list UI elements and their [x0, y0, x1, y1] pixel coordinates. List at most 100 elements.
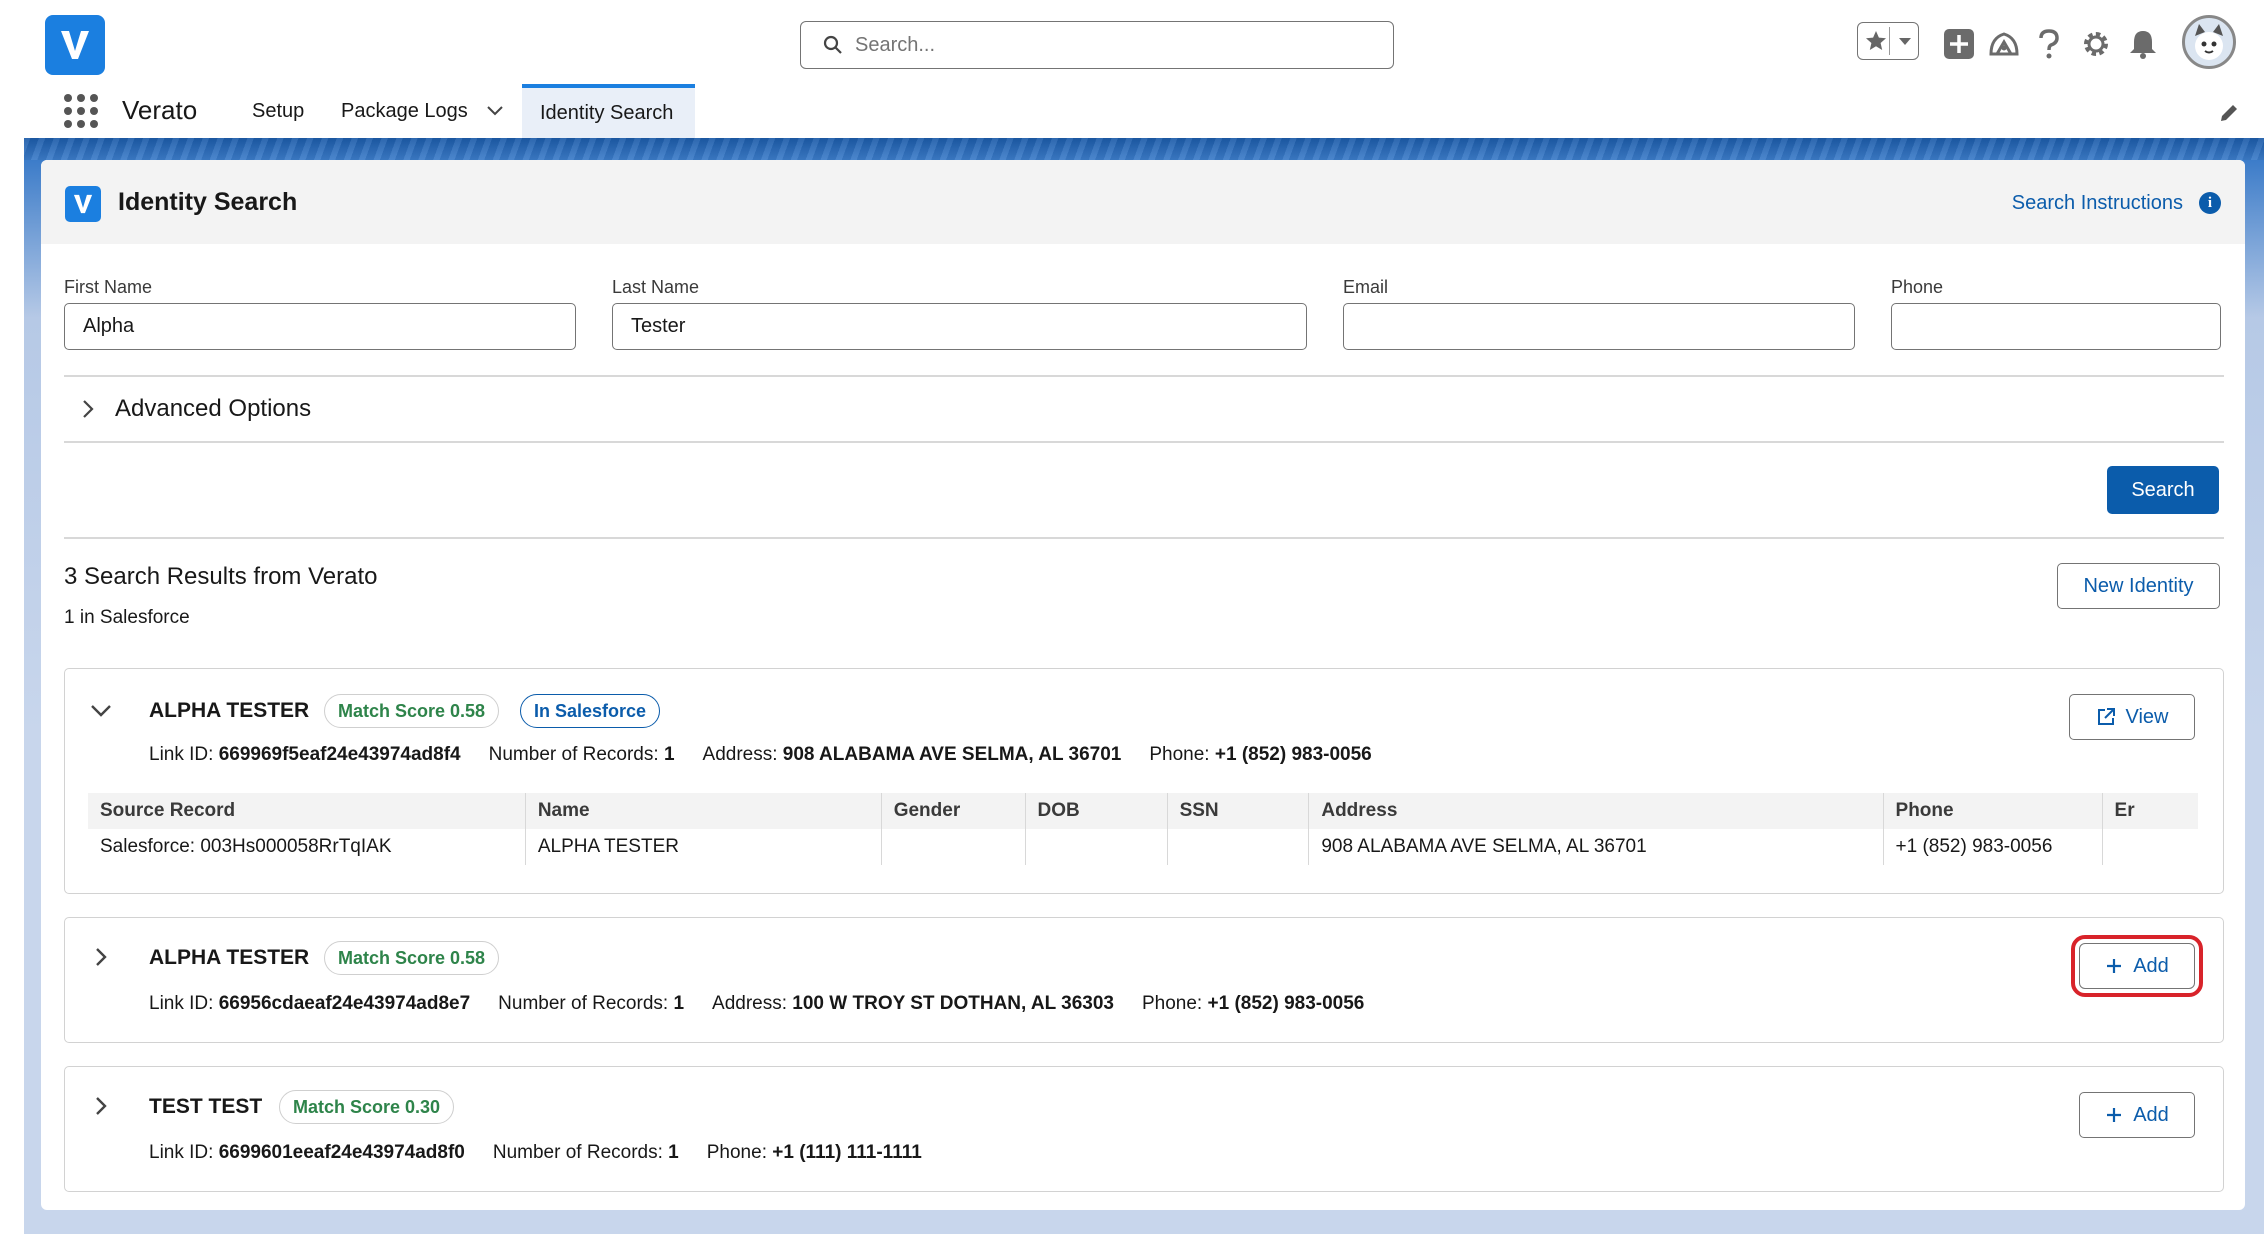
address: 100 W TROY ST DOTHAN, AL 36303 [792, 993, 1114, 1014]
app-name: Verato [122, 95, 198, 125]
gear-icon[interactable] [2080, 28, 2112, 60]
record-count: 1 [668, 1142, 679, 1163]
phone: +1 (852) 983-0056 [1214, 744, 1372, 765]
waffle-icon[interactable] [64, 94, 98, 128]
records-label: Number of Records: [498, 993, 669, 1014]
source-records-table: Source Record Name Gender DOB SSN Addres… [88, 793, 2198, 865]
records-label: Number of Records: [492, 1142, 663, 1163]
caret-down-icon[interactable] [1898, 37, 1912, 47]
trailhead-icon[interactable] [1987, 28, 2021, 60]
page-title: Identity Search [118, 188, 298, 216]
add-button[interactable]: Add [2079, 1092, 2195, 1138]
address: 908 ALABAMA AVE SELMA, AL 36701 [782, 744, 1122, 765]
plus-icon [2107, 959, 2122, 973]
column-header[interactable]: DOB [1025, 793, 1168, 829]
verato-logo-icon[interactable] [45, 15, 105, 75]
chevron-right-icon[interactable] [94, 1095, 108, 1117]
add-icon[interactable] [1943, 28, 1975, 60]
result-card: ALPHA TESTER Match Score 0.58 In Salesfo… [64, 668, 2224, 894]
result-name: ALPHA TESTER [149, 946, 310, 969]
chevron-down-icon[interactable] [89, 703, 113, 719]
link-id-label: Link ID: [149, 993, 214, 1014]
global-search-input[interactable]: Search... [800, 21, 1394, 69]
in-salesforce-badge: In Salesforce [520, 694, 661, 728]
table-cell [1025, 829, 1168, 865]
address-label: Address: [702, 744, 778, 765]
table-row: Salesforce: 003Hs000058RrTqIAK ALPHA TES… [88, 829, 2198, 865]
info-icon[interactable]: i [2199, 192, 2221, 214]
column-header[interactable]: Name [525, 793, 882, 829]
first-name-label: First Name [64, 277, 153, 297]
link-id-label: Link ID: [149, 1142, 214, 1163]
star-icon[interactable] [1864, 29, 1888, 53]
column-header[interactable]: Gender [881, 793, 1026, 829]
phone-label: Phone: [1149, 744, 1210, 765]
link-id: 6699601eeaf24e43974ad8f0 [218, 1142, 465, 1163]
phone-label: Phone: [1141, 993, 1203, 1014]
search-button[interactable]: Search [2107, 466, 2219, 514]
advanced-options-label: Advanced Options [115, 395, 312, 422]
first-name-field[interactable]: Alpha [64, 303, 576, 350]
divider [64, 441, 2224, 443]
records-label: Number of Records: [488, 744, 659, 765]
phone-label: Phone [1891, 277, 1944, 297]
match-score-badge: Match Score 0.30 [279, 1090, 455, 1124]
result-card: ALPHA TESTER Match Score 0.58 Add Link I… [64, 917, 2224, 1043]
last-name-label: Last Name [612, 277, 700, 297]
tab-setup[interactable]: Setup [252, 84, 304, 138]
search-instructions-link[interactable]: Search Instructions [2012, 192, 2183, 215]
table-cell: 908 ALABAMA AVE SELMA, AL 36701 [1308, 829, 1884, 865]
tab-package-logs[interactable]: Package Logs [341, 84, 504, 138]
column-header[interactable]: SSN [1167, 793, 1310, 829]
app-navigation [0, 82, 2266, 138]
favorites-button[interactable] [1857, 22, 1919, 60]
chevron-right-icon[interactable] [94, 946, 108, 968]
verato-logo-icon [65, 186, 101, 222]
match-score-badge: Match Score 0.58 [324, 941, 500, 975]
table-cell [881, 829, 1026, 865]
help-icon[interactable] [2036, 28, 2062, 60]
divider [64, 537, 2224, 539]
pencil-icon[interactable] [2218, 102, 2240, 124]
avatar-icon [2195, 24, 2223, 60]
phone-field[interactable] [1891, 303, 2221, 350]
phone-label: Phone: [706, 1142, 767, 1163]
link-id-label: Link ID: [149, 744, 214, 765]
column-header[interactable]: Er [2102, 793, 2198, 829]
bell-icon[interactable] [2128, 28, 2158, 60]
column-header[interactable]: Address [1308, 793, 1884, 829]
email-field[interactable] [1343, 303, 1855, 350]
avatar[interactable] [2182, 15, 2236, 69]
match-score-badge: Match Score 0.58 [324, 694, 500, 728]
link-id: 669969f5eaf24e43974ad8f4 [218, 744, 461, 765]
column-header[interactable]: Source Record [88, 793, 526, 829]
global-header: Search... [0, 0, 2266, 82]
tab-identity-search[interactable]: Identity Search [522, 84, 695, 138]
table-cell: Salesforce: 003Hs000058RrTqIAK [88, 829, 526, 865]
results-title: 3 Search Results from Verato [64, 563, 378, 590]
result-name: TEST TEST [149, 1095, 263, 1118]
add-label: Add [2133, 1103, 2169, 1126]
table-cell: +1 (852) 983-0056 [1883, 829, 2103, 865]
plus-icon [2107, 1108, 2122, 1122]
advanced-options-toggle[interactable]: Advanced Options [81, 395, 311, 423]
record-count: 1 [663, 744, 675, 765]
column-header[interactable]: Phone [1883, 793, 2103, 829]
new-identity-button[interactable]: New Identity [2057, 563, 2220, 609]
table-cell [2102, 829, 2198, 865]
link-id: 66956cdaeaf24e43974ad8e7 [218, 993, 471, 1014]
add-button[interactable]: Add [2071, 935, 2203, 997]
source-records-table-wrapper[interactable]: Source Record Name Gender DOB SSN Addres… [88, 793, 2198, 869]
record-count: 1 [673, 993, 685, 1014]
result-card: TEST TEST Match Score 0.30 Add Link ID: … [64, 1066, 2224, 1192]
view-button[interactable]: View [2069, 694, 2195, 740]
divider [64, 375, 2224, 377]
last-name-field[interactable]: Tester [612, 303, 1307, 350]
result-name: ALPHA TESTER [149, 699, 310, 722]
address-label: Address: [712, 993, 788, 1014]
result-meta: Link ID: 6699601eeaf24e43974ad8f0 Number… [149, 1142, 922, 1164]
salesforce-app: Search... Verato Setup Package Logs Iden… [0, 0, 2266, 1234]
chevron-down-icon[interactable] [486, 105, 504, 117]
view-label: View [2125, 705, 2169, 728]
favorites-separator [1889, 27, 1890, 55]
